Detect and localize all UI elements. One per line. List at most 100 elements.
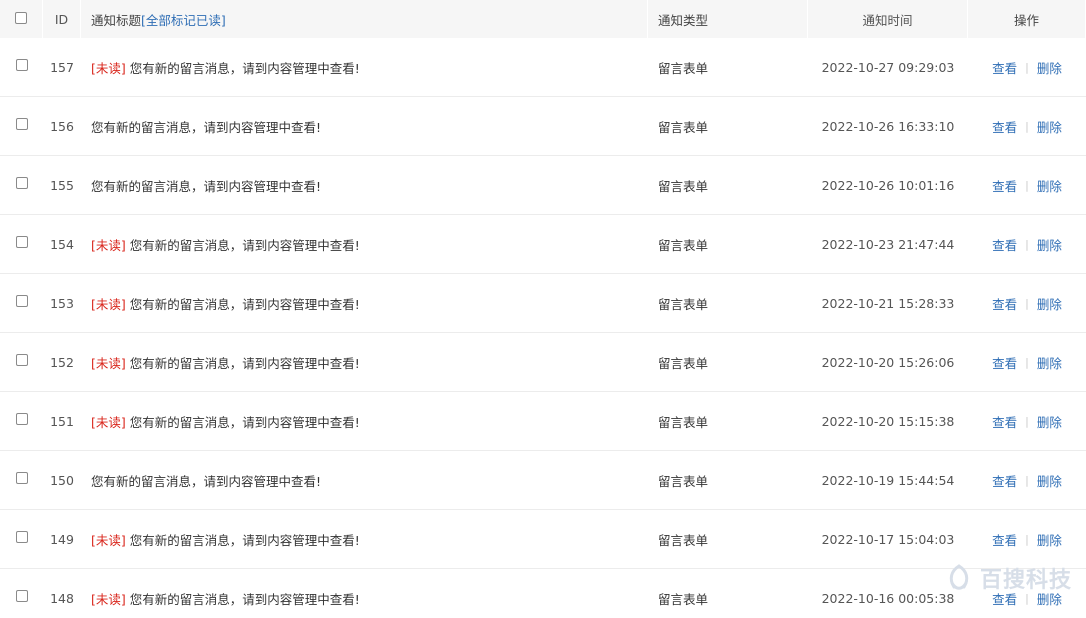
row-checkbox[interactable] (15, 236, 28, 248)
delete-link[interactable]: 删除 (1037, 412, 1062, 431)
row-select-cell (0, 333, 43, 392)
row-title: 您有新的留言消息，请到内容管理中查看! (91, 119, 322, 135)
action-separator: | (1025, 473, 1029, 487)
row-actions: 查看 | 删除 (968, 215, 1086, 274)
delete-link[interactable]: 删除 (1037, 176, 1062, 195)
action-separator: | (1025, 355, 1029, 369)
row-actions: 查看 | 删除 (968, 451, 1086, 510)
row-id: 155 (43, 156, 81, 215)
row-title-cell: [未读] 您有新的留言消息，请到内容管理中查看! (81, 333, 648, 392)
row-title-cell: 您有新的留言消息，请到内容管理中查看! (81, 451, 648, 510)
row-select-cell (0, 215, 43, 274)
row-title: 您有新的留言消息，请到内容管理中查看! (129, 532, 360, 548)
row-title: 您有新的留言消息，请到内容管理中查看! (91, 178, 322, 194)
row-title-cell: [未读] 您有新的留言消息，请到内容管理中查看! (81, 569, 648, 618)
action-separator: | (1025, 237, 1029, 251)
header-select-all-cell (0, 0, 43, 38)
row-actions: 查看 | 删除 (968, 333, 1086, 392)
row-actions: 查看 | 删除 (968, 274, 1086, 333)
view-link[interactable]: 查看 (992, 117, 1017, 136)
view-link[interactable]: 查看 (992, 471, 1017, 490)
view-link[interactable]: 查看 (992, 530, 1017, 549)
row-checkbox[interactable] (15, 59, 28, 71)
row-actions: 查看 | 删除 (968, 38, 1086, 97)
mark-all-read-link[interactable]: [全部标记已读] (141, 10, 226, 29)
delete-link[interactable]: 删除 (1037, 117, 1062, 136)
row-time: 2022-10-16 00:05:38 (808, 569, 968, 618)
row-id: 151 (43, 392, 81, 451)
header-title: 通知标题 (91, 12, 142, 28)
delete-link[interactable]: 删除 (1037, 294, 1062, 313)
row-time: 2022-10-23 21:47:44 (808, 215, 968, 274)
row-title: 您有新的留言消息，请到内容管理中查看! (129, 296, 360, 312)
view-link[interactable]: 查看 (992, 294, 1017, 313)
unread-badge: [未读] (91, 355, 126, 371)
view-link[interactable]: 查看 (992, 176, 1017, 195)
delete-link[interactable]: 删除 (1037, 235, 1062, 254)
row-id: 156 (43, 97, 81, 156)
view-link[interactable]: 查看 (992, 412, 1017, 431)
row-checkbox[interactable] (15, 472, 28, 484)
row-actions: 查看 | 删除 (968, 510, 1086, 569)
row-checkbox[interactable] (15, 590, 28, 602)
row-title-cell: 您有新的留言消息，请到内容管理中查看! (81, 97, 648, 156)
view-link[interactable]: 查看 (992, 353, 1017, 372)
header-time: 通知时间 (808, 0, 968, 38)
row-title-cell: [未读] 您有新的留言消息，请到内容管理中查看! (81, 510, 648, 569)
header-type: 通知类型 (648, 0, 808, 38)
action-separator: | (1025, 414, 1029, 428)
view-link[interactable]: 查看 (992, 589, 1017, 608)
row-title-cell: [未读] 您有新的留言消息，请到内容管理中查看! (81, 215, 648, 274)
row-actions: 查看 | 删除 (968, 97, 1086, 156)
row-actions: 查看 | 删除 (968, 156, 1086, 215)
row-select-cell (0, 38, 43, 97)
row-type: 留言表单 (648, 333, 808, 392)
row-title: 您有新的留言消息，请到内容管理中查看! (129, 60, 360, 76)
view-link[interactable]: 查看 (992, 235, 1017, 254)
row-id: 153 (43, 274, 81, 333)
unread-badge: [未读] (91, 532, 126, 548)
action-separator: | (1025, 296, 1029, 310)
row-type: 留言表单 (648, 392, 808, 451)
row-title: 您有新的留言消息，请到内容管理中查看! (129, 414, 360, 430)
row-type: 留言表单 (648, 274, 808, 333)
row-title: 您有新的留言消息，请到内容管理中查看! (129, 591, 360, 607)
unread-badge: [未读] (91, 237, 126, 253)
delete-link[interactable]: 删除 (1037, 589, 1062, 608)
row-select-cell (0, 451, 43, 510)
row-checkbox[interactable] (15, 354, 28, 366)
delete-link[interactable]: 删除 (1037, 530, 1062, 549)
row-checkbox[interactable] (15, 531, 28, 543)
row-checkbox[interactable] (15, 177, 28, 189)
row-type: 留言表单 (648, 97, 808, 156)
row-checkbox[interactable] (15, 413, 28, 425)
delete-link[interactable]: 删除 (1037, 353, 1062, 372)
row-type: 留言表单 (648, 510, 808, 569)
row-time: 2022-10-26 10:01:16 (808, 156, 968, 215)
row-time: 2022-10-20 15:26:06 (808, 333, 968, 392)
select-all-checkbox[interactable] (15, 12, 27, 24)
row-id: 150 (43, 451, 81, 510)
row-time: 2022-10-21 15:28:33 (808, 274, 968, 333)
action-separator: | (1025, 532, 1029, 546)
row-title-cell: [未读] 您有新的留言消息，请到内容管理中查看! (81, 392, 648, 451)
row-time: 2022-10-27 09:29:03 (808, 38, 968, 97)
row-title-cell: [未读] 您有新的留言消息，请到内容管理中查看! (81, 274, 648, 333)
action-separator: | (1025, 60, 1029, 74)
unread-badge: [未读] (91, 591, 126, 607)
row-actions: 查看 | 删除 (968, 569, 1086, 618)
delete-link[interactable]: 删除 (1037, 58, 1062, 77)
row-checkbox[interactable] (15, 118, 28, 130)
delete-link[interactable]: 删除 (1037, 471, 1062, 490)
header-id: ID (43, 0, 81, 38)
row-actions: 查看 | 删除 (968, 392, 1086, 451)
row-time: 2022-10-20 15:15:38 (808, 392, 968, 451)
row-select-cell (0, 392, 43, 451)
view-link[interactable]: 查看 (992, 58, 1017, 77)
row-checkbox[interactable] (15, 295, 28, 307)
row-select-cell (0, 510, 43, 569)
row-type: 留言表单 (648, 215, 808, 274)
unread-badge: [未读] (91, 60, 126, 76)
row-type: 留言表单 (648, 569, 808, 618)
unread-badge: [未读] (91, 296, 126, 312)
